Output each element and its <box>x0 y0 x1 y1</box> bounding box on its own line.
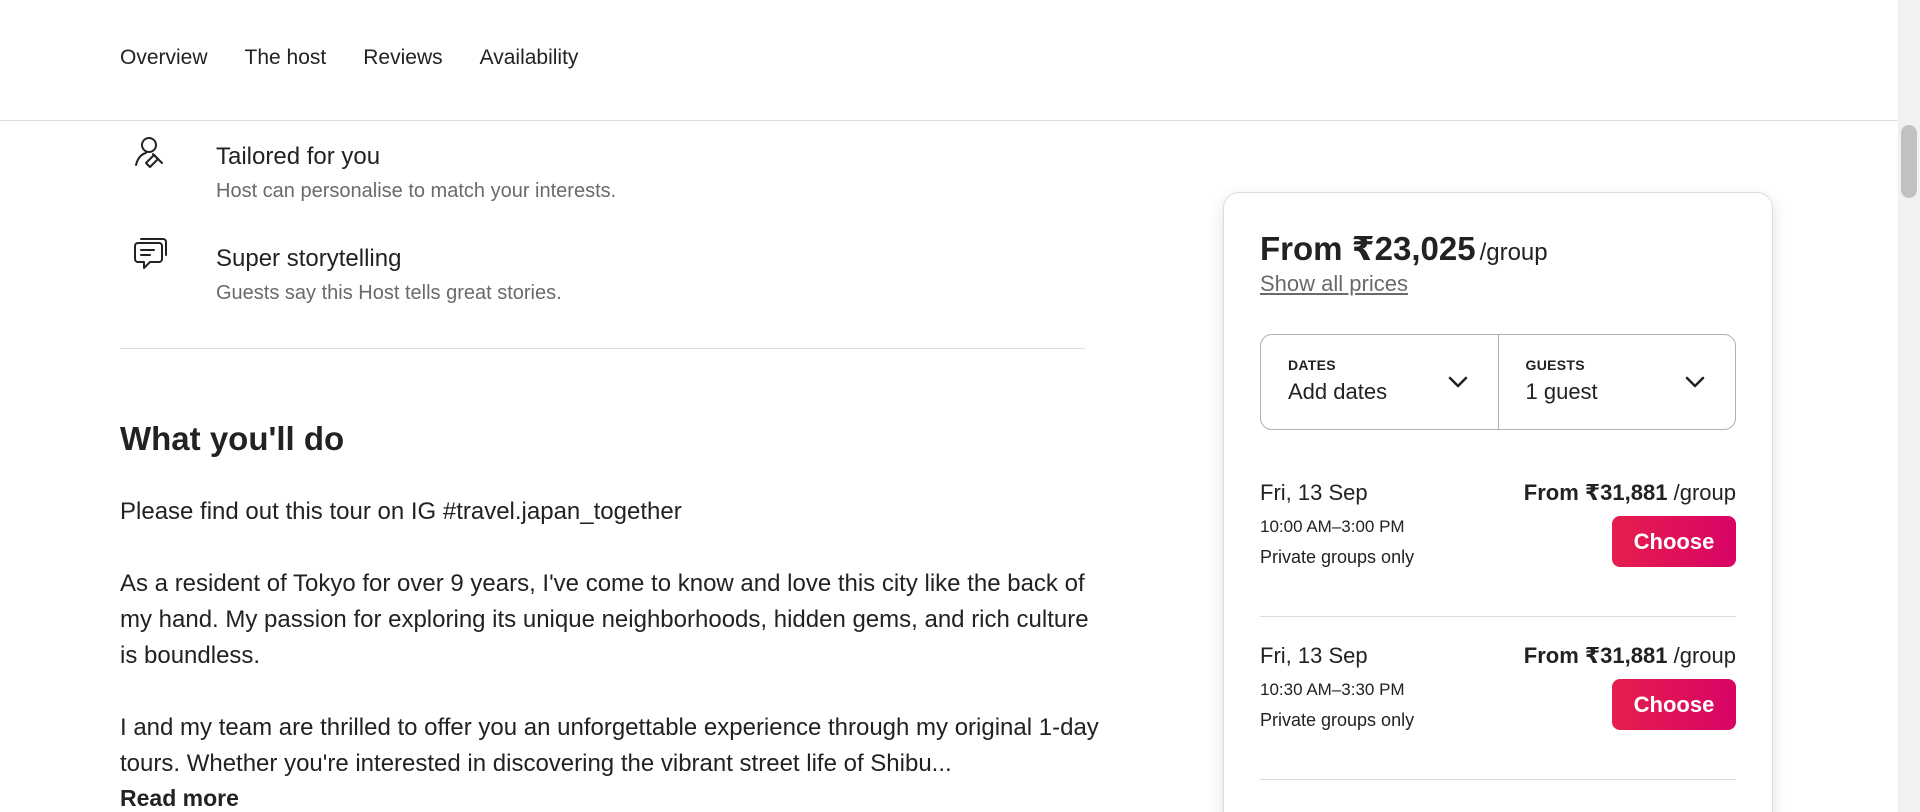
what-youll-do-title: What you'll do <box>120 420 345 457</box>
price-summary: From ₹23,025/group <box>1260 229 1548 268</box>
slot-price-amount: From ₹31,881 <box>1523 480 1668 505</box>
feature-description: Host can personalise to match your inter… <box>216 180 617 202</box>
show-all-prices-link[interactable]: Show all prices <box>1260 271 1408 297</box>
feature-description: Guests say this Host tells great stories… <box>216 282 562 304</box>
feature-title: Tailored for you <box>216 143 381 170</box>
description-paragraph: Please find out this tour on IG #travel.… <box>120 498 682 525</box>
slot-price-unit: /group <box>1673 643 1736 668</box>
slot-price-amount: From ₹31,881 <box>1523 643 1668 668</box>
date-guest-picker: DATES Add dates GUESTS 1 guest <box>1260 334 1736 430</box>
feature-title: Super storytelling <box>216 245 402 272</box>
section-tabs: Overview The host Reviews Availability <box>120 46 578 70</box>
tab-overview[interactable]: Overview <box>120 46 208 70</box>
price-amount: From ₹23,025 <box>1260 230 1476 267</box>
slot-note: Private groups only <box>1260 547 1415 567</box>
slot-price-unit: /group <box>1673 480 1736 505</box>
read-more-link[interactable]: Read more <box>120 785 239 812</box>
scrollbar-thumb[interactable] <box>1901 125 1917 198</box>
chevron-down-icon <box>1685 376 1705 388</box>
tab-availability[interactable]: Availability <box>480 46 579 70</box>
tab-reviews[interactable]: Reviews <box>363 46 442 70</box>
choose-button[interactable]: Choose <box>1612 679 1736 730</box>
chat-bubble-icon <box>134 238 167 269</box>
slot-note: Private groups only <box>1260 710 1415 730</box>
guests-label: GUESTS <box>1525 357 1585 373</box>
price-unit: /group <box>1479 239 1548 266</box>
booking-card: From ₹23,025/group Show all prices DATES… <box>1223 192 1773 812</box>
time-slot: Fri, 13 Sep 10:30 AM–3:30 PM Private gro… <box>1260 617 1736 780</box>
time-slot: Fri, 13 Sep 10:00 AM–3:00 PM Private gro… <box>1260 454 1736 617</box>
section-divider <box>120 348 1085 349</box>
tab-the-host[interactable]: The host <box>245 46 327 70</box>
choose-button[interactable]: Choose <box>1612 516 1736 567</box>
slot-price: From ₹31,881 /group <box>1524 480 1736 506</box>
guests-dropdown[interactable]: GUESTS 1 guest <box>1497 335 1736 429</box>
page-scrollbar[interactable] <box>1898 0 1920 812</box>
description-paragraph: I and my team are thrilled to offer you … <box>120 714 1099 777</box>
slot-time: 10:30 AM–3:30 PM <box>1260 680 1405 699</box>
chevron-down-icon <box>1448 376 1467 388</box>
slot-price: From ₹31,881 /group <box>1524 643 1736 669</box>
section-nav: Overview The host Reviews Availability <box>0 0 1898 121</box>
dates-dropdown[interactable]: DATES Add dates <box>1261 335 1498 429</box>
dates-label: DATES <box>1288 357 1336 373</box>
user-pen-icon <box>135 137 163 168</box>
slot-time: 10:00 AM–3:00 PM <box>1260 517 1405 536</box>
slot-date: Fri, 13 Sep <box>1260 643 1368 668</box>
description-paragraph: As a resident of Tokyo for over 9 years,… <box>120 570 1089 669</box>
slot-date: Fri, 13 Sep <box>1260 480 1368 505</box>
